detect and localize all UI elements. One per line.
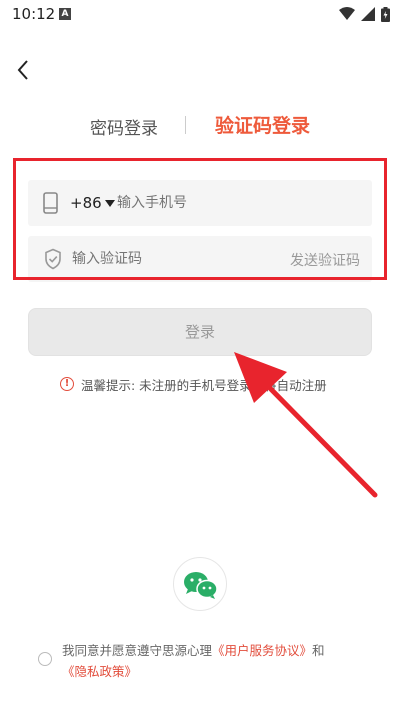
wechat-icon bbox=[184, 572, 218, 599]
status-indicators bbox=[339, 6, 390, 22]
agreement-text: 我同意并愿意遵守思源心理《用户服务协议》和《隐私政策》 bbox=[62, 640, 382, 682]
alert-icon: ! bbox=[60, 377, 74, 391]
tab-divider bbox=[185, 116, 186, 134]
tab-code-login[interactable]: 验证码登录 bbox=[215, 111, 310, 138]
annotation-highlight-box bbox=[13, 158, 387, 280]
back-button[interactable] bbox=[12, 58, 36, 82]
login-button[interactable]: 登录 bbox=[28, 308, 372, 356]
battery-icon bbox=[381, 6, 390, 22]
signal-icon bbox=[361, 7, 375, 21]
agreement-and: 和 bbox=[312, 643, 325, 658]
notification-icon: A bbox=[59, 8, 71, 20]
login-tabs: 密码登录 验证码登录 bbox=[0, 108, 400, 140]
wifi-icon bbox=[339, 7, 355, 20]
registration-tip: ! 温馨提示: 未注册的手机号登录时将自动注册 bbox=[60, 374, 327, 394]
status-bar: 10:12 A bbox=[0, 0, 400, 28]
tip-text: 温馨提示: 未注册的手机号登录时将自动注册 bbox=[81, 377, 327, 393]
agreement-prefix: 我同意并愿意遵守思源心理 bbox=[62, 643, 213, 658]
privacy-policy-link[interactable]: 《隐私政策》 bbox=[62, 664, 137, 679]
tab-password-login[interactable]: 密码登录 bbox=[90, 114, 158, 139]
agree-radio[interactable] bbox=[38, 652, 52, 666]
status-time: 10:12 bbox=[12, 5, 56, 23]
wechat-login-button[interactable] bbox=[173, 557, 227, 611]
user-agreement-link[interactable]: 《用户服务协议》 bbox=[212, 643, 312, 658]
back-arrow-icon bbox=[17, 60, 28, 80]
